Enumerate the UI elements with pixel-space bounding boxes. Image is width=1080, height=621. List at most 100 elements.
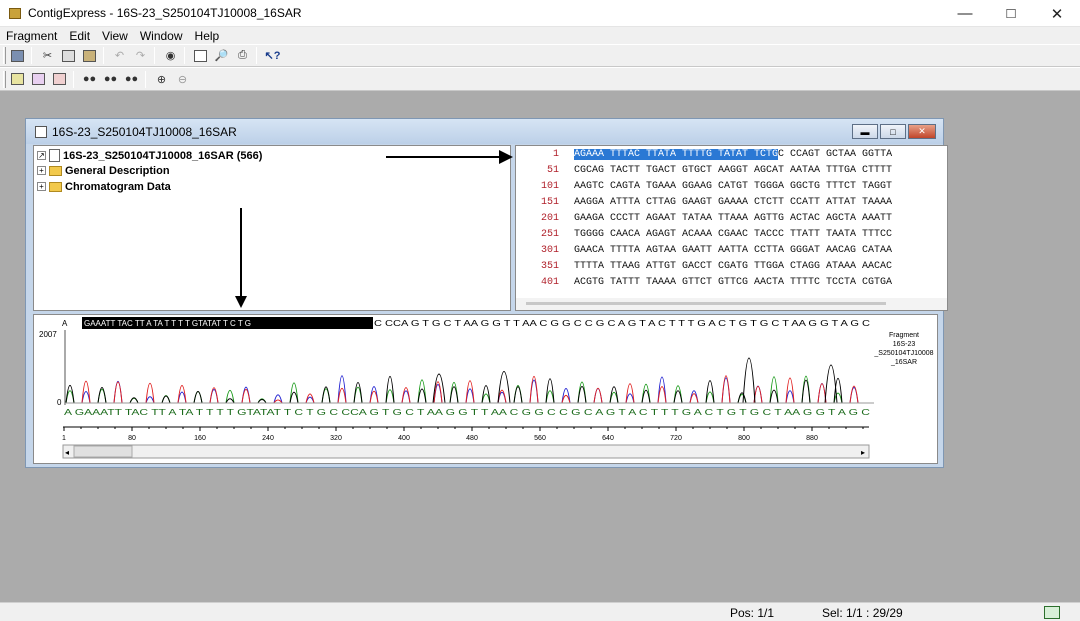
tree-item-label: Chromatogram Data <box>65 180 171 193</box>
tree-item-root[interactable]: ↗ 16S-23_S250104TJ10008_16SAR (566) <box>37 148 262 163</box>
save-icon[interactable] <box>8 46 27 65</box>
scale-tick-label: 400 <box>398 435 410 442</box>
sequence-row: 101 AAGTC CAGTA TGAAA GGAAG CATGT TGGGA G… <box>516 178 947 194</box>
fragment-window-titlebar[interactable]: 16S-23_S250104TJ10008_16SAR ▬ □ ✕ <box>26 119 943 144</box>
tree-item-general-description[interactable]: + General Description <box>37 163 170 178</box>
app-icon <box>9 7 21 19</box>
scale-tick-label: 80 <box>128 435 136 442</box>
scale-tick-label: 720 <box>670 435 682 442</box>
child-close-button[interactable]: ✕ <box>908 124 936 139</box>
expander-icon[interactable]: + <box>37 182 46 191</box>
scale-tick-label: 240 <box>262 435 274 442</box>
cut-icon[interactable]: ✂ <box>38 46 57 65</box>
sequence-row: 401 ACGTG TATTT TAAAA GTTCT GTTCG AACTA T… <box>516 274 947 290</box>
scale-tick-label: 1 <box>62 435 66 442</box>
row-bases: C CCAGT GCTAA GGTTA <box>778 148 893 160</box>
find-icon[interactable]: ●● <box>80 70 99 89</box>
chromatogram-scrollbar <box>62 444 870 459</box>
maximize-button[interactable]: □ <box>988 0 1034 27</box>
child-restore-button[interactable]: □ <box>880 124 906 139</box>
fragment-label-line: _16SAR <box>890 359 917 366</box>
menu-help[interactable]: Help <box>189 29 226 43</box>
menu-bar: Fragment Edit View Window Help <box>0 27 1080 44</box>
annotation-arrow-vertical <box>240 208 242 300</box>
bottom-sequence: A GAAATT TAC TT A TA T T T T GTATAT T C … <box>64 408 870 417</box>
print-preview-icon[interactable]: 🔎 <box>212 46 231 65</box>
document-icon <box>49 149 60 162</box>
status-selection: Sel: 1/1 : 29/29 <box>822 606 903 620</box>
row-number: 351 <box>540 260 559 272</box>
undo-icon[interactable]: ↶ <box>110 46 129 65</box>
camera-icon[interactable]: ◉ <box>161 46 180 65</box>
fragment-label-line: 16S-23 <box>893 341 916 348</box>
fragment-window-title: 16S-23_S250104TJ10008_16SAR <box>52 124 237 139</box>
fragment-tree: ↗ 16S-23_S250104TJ10008_16SAR (566) + Ge… <box>33 145 513 311</box>
find-next-icon[interactable]: ●● <box>101 70 120 89</box>
toolbar-grip-2[interactable] <box>3 70 6 88</box>
row-bases: TTTTA TTAAG ATTGT GACCT CGATG TTGGA CTAG… <box>574 260 893 272</box>
chromatogram-view-icon[interactable] <box>8 70 27 89</box>
title-bar: ContigExpress - 16S-23_S250104TJ10008_16… <box>0 0 1080 27</box>
scale-tick-label: 800 <box>738 435 750 442</box>
sequence-row: 301 GAACA TTTTA AGTAA GAATT AATTA CCTTA G… <box>516 242 947 258</box>
layout-view-icon[interactable] <box>50 70 69 89</box>
status-check-icon <box>1044 606 1060 619</box>
row-number: 301 <box>540 244 559 256</box>
row-number: 201 <box>540 212 559 224</box>
zoom-in-icon[interactable]: ⊕ <box>152 70 171 89</box>
top-prefix: A <box>62 319 68 328</box>
row-bases: TGGGG CAACA AGAGT ACAAA CGAAC TACCC TTAT… <box>574 228 893 240</box>
chromatogram-view[interactable]: A GAAATT TAC TT A TA T T T T GTATAT T C T… <box>33 314 938 464</box>
sequence-row: 201 GAAGA CCCTT AGAAT TATAA TTAAA AGTTG A… <box>516 210 947 226</box>
minimize-button[interactable]: — <box>942 0 988 27</box>
expander-icon[interactable]: ↗ <box>37 151 46 160</box>
trace-t <box>65 375 866 404</box>
zoom-out-icon[interactable]: ⊖ <box>173 70 192 89</box>
print-icon[interactable]: ⎙ <box>233 46 252 65</box>
copy-icon[interactable] <box>59 46 78 65</box>
fragment-label-line: _S250104TJ10008 <box>873 350 933 357</box>
app-window: ContigExpress - 16S-23_S250104TJ10008_16… <box>0 0 1080 621</box>
expander-icon[interactable]: + <box>37 166 46 175</box>
status-bar: Pos: 1/1 Sel: 1/1 : 29/29 <box>0 602 1080 621</box>
scale-tick-label: 160 <box>194 435 206 442</box>
row-number: 51 <box>546 164 559 176</box>
main-toolbar: ✂ ↶ ↷ ◉ 🔎 ⎙ ↖? <box>0 44 1080 67</box>
sequence-view[interactable]: 1 AGAAA TTTAC TTATA TTTTG TATAT TCTG C CC… <box>515 145 948 311</box>
row-number: 401 <box>540 276 559 288</box>
sequence-row: 251 TGGGG CAACA AGAGT ACAAA CGAAC TACCC T… <box>516 226 947 242</box>
row-number: 251 <box>540 228 559 240</box>
tree-item-chromatogram-data[interactable]: + Chromatogram Data <box>37 179 171 194</box>
child-minimize-button[interactable]: ▬ <box>852 124 878 139</box>
grid-view-icon[interactable] <box>29 70 48 89</box>
menu-view[interactable]: View <box>96 29 134 43</box>
paste-icon[interactable] <box>80 46 99 65</box>
annotation-arrowhead-right <box>499 150 513 164</box>
properties-icon[interactable] <box>191 46 210 65</box>
menu-fragment[interactable]: Fragment <box>0 29 63 43</box>
scale-tick-label: 640 <box>602 435 614 442</box>
scroll-left-arrow: ◂ <box>65 448 69 457</box>
annotation-arrow-horizontal <box>386 156 506 158</box>
menu-window[interactable]: Window <box>134 29 189 43</box>
menu-edit[interactable]: Edit <box>63 29 96 43</box>
toolbar-grip[interactable] <box>3 47 6 64</box>
window-title: ContigExpress - 16S-23_S250104TJ10008_16… <box>28 6 302 20</box>
find-previous-icon[interactable]: ●● <box>122 70 141 89</box>
scrollbar-thumb[interactable] <box>526 302 886 305</box>
selected-bases[interactable]: AGAAA TTTAC TTATA TTTTG TATAT TCTG <box>574 148 779 160</box>
scroll-right-arrow: ▸ <box>861 448 865 457</box>
y-min-label: 0 <box>57 398 62 407</box>
context-help-icon[interactable]: ↖? <box>263 46 282 65</box>
fragment-window: 16S-23_S250104TJ10008_16SAR ▬ □ ✕ ↗ 16S-… <box>25 118 948 468</box>
row-bases: CGCAG TACTT TGACT GTGCT AAGGT AGCAT AATA… <box>574 164 893 176</box>
trace-peak <box>497 371 511 404</box>
close-button[interactable]: ✕ <box>1034 0 1080 27</box>
row-bases: GAAGA CCCTT AGAAT TATAA TTAAA AGTTG ACTA… <box>574 212 893 224</box>
sequence-row: 51 CGCAG TACTT TGACT GTGCT AAGGT AGCAT AA… <box>516 162 947 178</box>
row-number: 151 <box>540 196 559 208</box>
scale-tick-label: 880 <box>806 435 818 442</box>
fragment-label-line: Fragment <box>889 332 919 339</box>
sequence-horizontal-scrollbar[interactable] <box>516 298 947 310</box>
redo-icon[interactable]: ↷ <box>131 46 150 65</box>
